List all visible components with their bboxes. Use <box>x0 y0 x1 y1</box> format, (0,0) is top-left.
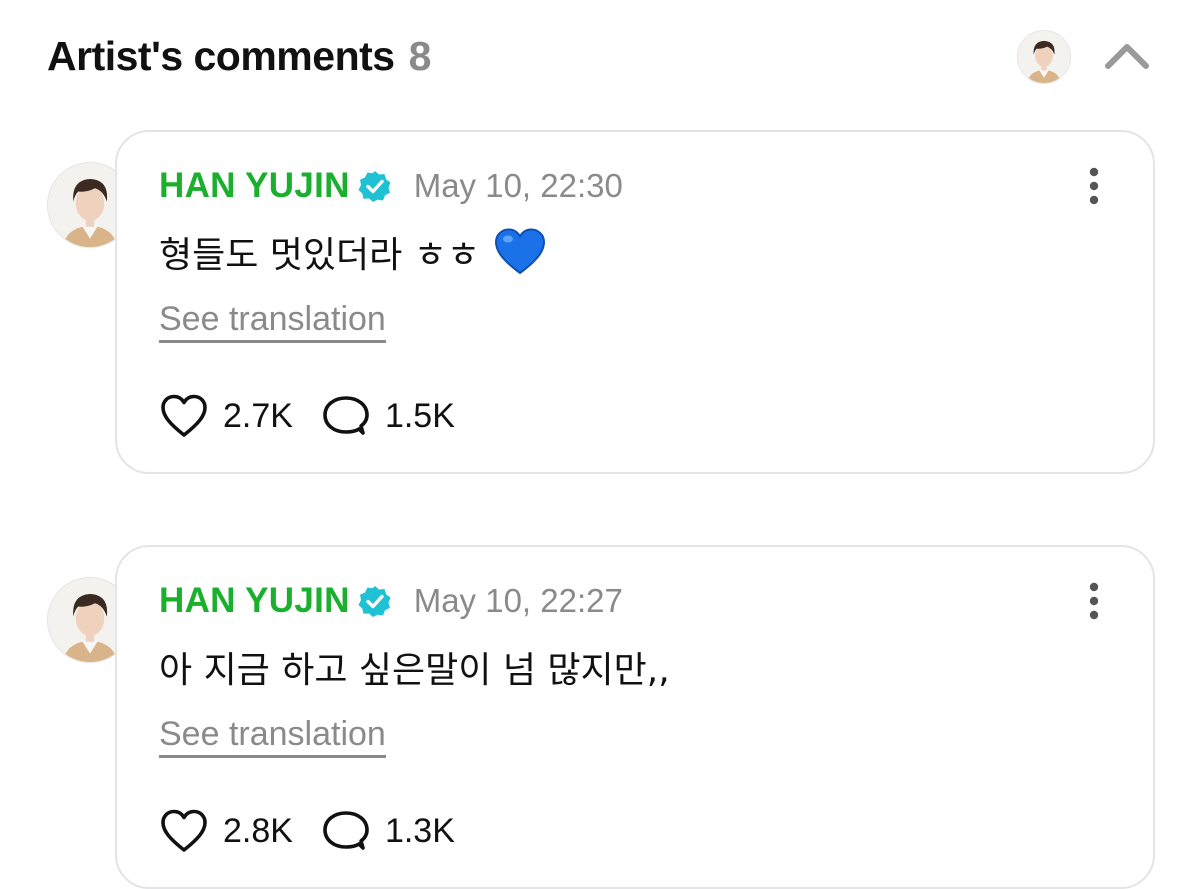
avatar-image <box>1018 31 1070 83</box>
artist-comments-panel: Artist's comments 8 HAN YUJIN May 10, 22… <box>0 0 1200 889</box>
author-name[interactable]: HAN YUJIN <box>159 581 350 621</box>
reply-count: 1.5K <box>384 396 455 435</box>
comment-meta: HAN YUJIN May 10, 22:27 <box>159 581 623 621</box>
comment-actions: 2.8K 1.3K <box>159 807 455 855</box>
see-translation-link[interactable]: See translation <box>159 300 386 343</box>
chevron-up-icon[interactable] <box>1102 36 1152 76</box>
comment-count: 8 <box>408 32 432 79</box>
author-name[interactable]: HAN YUJIN <box>159 166 350 206</box>
section-title: Artist's comments <box>47 32 395 79</box>
comment-text-row: 형들도 멋있더라 ㅎㅎ <box>159 226 546 278</box>
more-options-icon[interactable] <box>1087 166 1101 206</box>
comment-timestamp: May 10, 22:30 <box>413 167 623 204</box>
comment-meta: HAN YUJIN May 10, 22:30 <box>159 166 623 206</box>
comment-item: HAN YUJIN May 10, 22:30 형들도 멋있더라 ㅎㅎ See … <box>47 130 1157 474</box>
comment-bubble: HAN YUJIN May 10, 22:30 형들도 멋있더라 ㅎㅎ See … <box>115 130 1155 474</box>
like-count: 2.7K <box>223 396 293 435</box>
like-button[interactable]: 2.7K <box>159 393 293 439</box>
verified-badge-icon <box>358 171 391 202</box>
artist-avatar[interactable] <box>1017 30 1071 84</box>
reply-count: 1.3K <box>384 811 455 850</box>
comment-text: 아 지금 하고 싶은말이 넘 많지만,, <box>159 650 670 691</box>
comment-actions: 2.7K 1.5K <box>159 392 455 440</box>
verified-badge-icon <box>358 586 391 617</box>
reply-button[interactable]: 1.5K <box>321 393 455 439</box>
speech-bubble-icon <box>323 396 369 435</box>
comment-bubble: HAN YUJIN May 10, 22:27 아 지금 하고 싶은말이 넘 많… <box>115 545 1155 889</box>
reply-button[interactable]: 1.3K <box>321 808 455 854</box>
comment-item: HAN YUJIN May 10, 22:27 아 지금 하고 싶은말이 넘 많… <box>47 545 1157 889</box>
comment-text: 형들도 멋있더라 ㅎㅎ <box>159 235 480 276</box>
speech-bubble-icon <box>323 811 369 850</box>
section-header: Artist's comments 8 <box>47 30 431 82</box>
more-options-icon[interactable] <box>1087 581 1101 621</box>
like-count: 2.8K <box>223 811 293 850</box>
see-translation-link[interactable]: See translation <box>159 715 386 758</box>
blue-heart-icon <box>494 228 545 275</box>
like-button[interactable]: 2.8K <box>159 808 293 854</box>
heart-icon <box>161 394 207 437</box>
comment-timestamp: May 10, 22:27 <box>413 582 623 619</box>
heart-icon <box>161 809 207 852</box>
comment-text-row: 아 지금 하고 싶은말이 넘 많지만,, <box>159 641 670 693</box>
